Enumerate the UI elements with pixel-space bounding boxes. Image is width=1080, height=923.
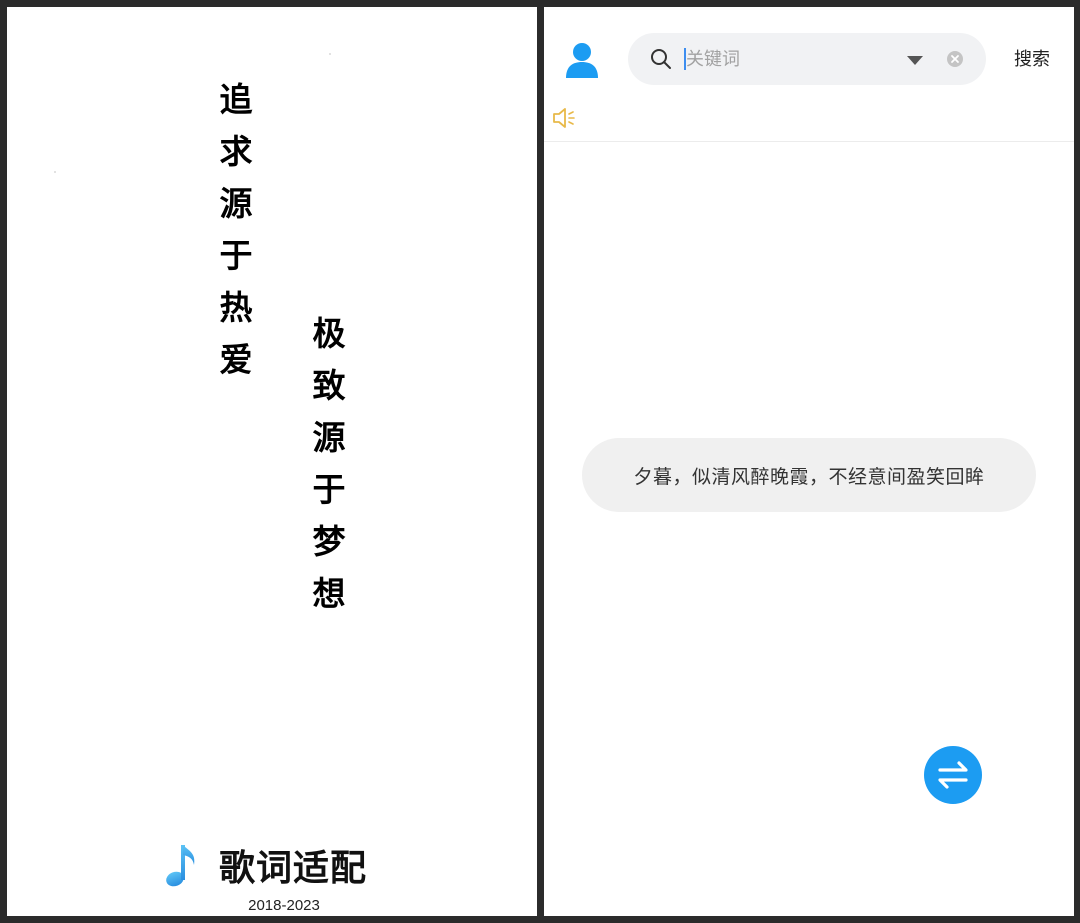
search-icon (651, 49, 671, 69)
speaker-icon[interactable] (551, 106, 577, 130)
dropdown-arrow-icon[interactable] (906, 54, 924, 66)
slogan-char: 致 (312, 366, 346, 405)
slogan-char: 热 (219, 288, 253, 327)
divider (544, 141, 1074, 142)
search-bar[interactable] (628, 33, 986, 85)
speck (54, 171, 56, 173)
splash-screen: 追 求 源 于 热 爱 极 致 源 于 梦 想 歌词适配 2018-2023 (7, 7, 537, 916)
slogan-char: 于 (312, 470, 346, 509)
slogan-char: 求 (219, 132, 253, 171)
slogan-char: 追 (219, 80, 253, 119)
slogan-column-2: 极 致 源 于 梦 想 (309, 308, 349, 620)
slogan-char: 爱 (219, 340, 253, 379)
search-input[interactable] (686, 44, 886, 74)
slogan-char: 于 (219, 236, 253, 275)
slogan-char: 极 (312, 314, 346, 353)
copyright-years: 2018-2023 (248, 897, 320, 914)
music-note-icon (166, 845, 195, 887)
lyric-text: 夕暮，似清风醉晚霞，不经意间盈笑回眸 (633, 465, 985, 488)
main-screen: 搜索 夕暮，似清风醉晚霞，不经意间盈笑回眸 (544, 7, 1074, 916)
brand: 歌词适配 (165, 839, 367, 891)
search-button[interactable]: 搜索 (1014, 45, 1050, 71)
slogan-char: 源 (312, 418, 346, 457)
swap-button[interactable] (924, 746, 982, 804)
clear-icon[interactable] (946, 50, 964, 68)
user-avatar-icon[interactable] (565, 42, 599, 78)
slogan-column-1: 追 求 源 于 热 爱 (216, 74, 256, 386)
slogan-char: 梦 (312, 522, 346, 561)
lyric-bubble[interactable]: 夕暮，似清风醉晚霞，不经意间盈笑回眸 (582, 438, 1036, 512)
speck (329, 53, 331, 55)
app-name: 歌词适配 (219, 848, 368, 889)
slogan-char: 源 (219, 184, 253, 223)
swap-arrows-icon (938, 761, 968, 789)
slogan-char: 想 (312, 574, 346, 613)
